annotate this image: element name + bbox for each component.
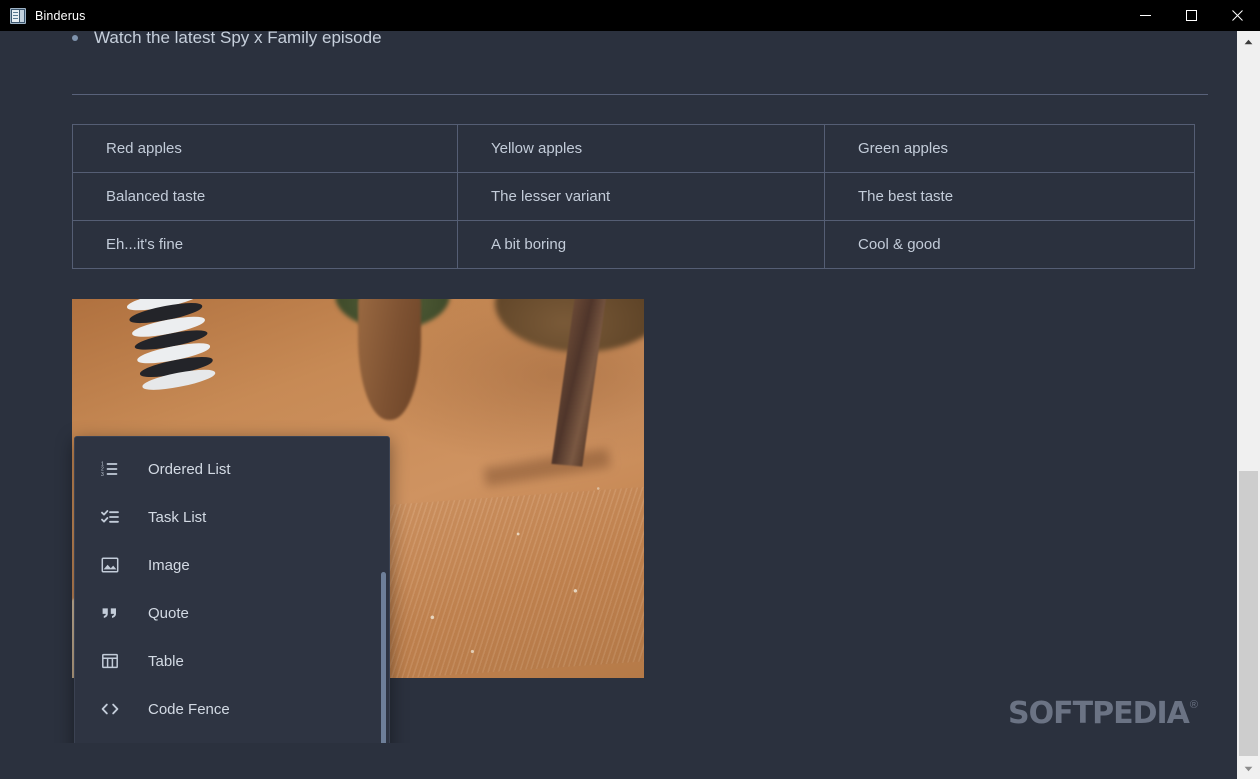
slash-command-list: Bulleted List 1 2 3 Ordered List [75,437,389,743]
vertical-scrollbar[interactable] [1236,31,1260,779]
softpedia-wordmark: SOFTPEDIA [1008,696,1190,731]
table-row[interactable]: Balanced taste The lesser variant The be… [72,172,1195,221]
menu-item-label: Quote [148,604,189,622]
menu-scrollbar-thumb[interactable] [381,572,386,743]
table-cell[interactable]: The best taste [824,172,1195,221]
horizontal-divider [72,94,1208,95]
menu-item-label: Image [148,556,190,574]
table-cell[interactable]: Cool & good [824,220,1195,269]
close-icon[interactable] [1214,0,1260,31]
bullet-dot-icon [72,35,78,41]
document-editor[interactable]: Watch the latest Spy x Family episode Re… [0,31,1236,743]
maximize-icon[interactable] [1168,0,1214,31]
table-icon [99,650,121,672]
table-cell[interactable]: A bit boring [457,220,825,269]
menu-item-bulleted-list[interactable]: Bulleted List [75,437,389,445]
registered-mark: ® [1189,699,1198,711]
vertical-scrollbar-thumb[interactable] [1239,471,1258,756]
table-row[interactable]: Eh...it's fine A bit boring Cool & good [72,220,1195,269]
ordered-list-icon: 1 2 3 [99,458,121,480]
menu-item-label: Code Fence [148,700,230,718]
slash-command-menu[interactable]: Bulleted List 1 2 3 Ordered List [74,436,390,743]
menu-item-image[interactable]: Image [75,541,389,589]
menu-scrollbar[interactable] [381,437,386,743]
image-icon [99,554,121,576]
table-cell[interactable]: Balanced taste [72,172,458,221]
menu-item-label: Ordered List [148,460,231,478]
menu-item-task-list[interactable]: Task List [75,493,389,541]
menu-item-divide-line[interactable]: Divide Line [75,733,389,743]
window-title: Binderus [35,8,86,23]
application-body: Watch the latest Spy x Family episode Re… [0,31,1260,779]
window-titlebar[interactable]: Binderus [0,0,1260,31]
quote-icon [99,602,121,624]
window-controls [1122,0,1260,31]
minimize-icon[interactable] [1122,0,1168,31]
menu-item-label: Table [148,652,184,670]
list-item-label: Watch the latest Spy x Family episode [94,31,382,47]
code-fence-icon [99,698,121,720]
svg-text:3: 3 [101,472,104,478]
table-cell[interactable]: Green apples [824,124,1195,173]
menu-item-quote[interactable]: Quote [75,589,389,637]
scroll-up-icon[interactable] [1237,31,1260,52]
list-item[interactable]: Watch the latest Spy x Family episode [72,31,382,53]
binder-icon [10,7,26,24]
table-row[interactable]: Red apples Yellow apples Green apples [72,124,1195,173]
menu-item-ordered-list[interactable]: 1 2 3 Ordered List [75,445,389,493]
table-cell[interactable]: Yellow apples [457,124,825,173]
table-cell[interactable]: Red apples [72,124,458,173]
scroll-down-icon[interactable] [1237,758,1260,779]
softpedia-watermark: SOFTPEDIA ® [1008,696,1198,731]
document-table[interactable]: Red apples Yellow apples Green apples Ba… [72,124,1195,269]
table-cell[interactable]: The lesser variant [457,172,825,221]
menu-item-table[interactable]: Table [75,637,389,685]
menu-item-code-fence[interactable]: Code Fence [75,685,389,733]
table-cell[interactable]: Eh...it's fine [72,220,458,269]
task-list-icon [99,506,121,528]
menu-item-label: Task List [148,508,207,526]
